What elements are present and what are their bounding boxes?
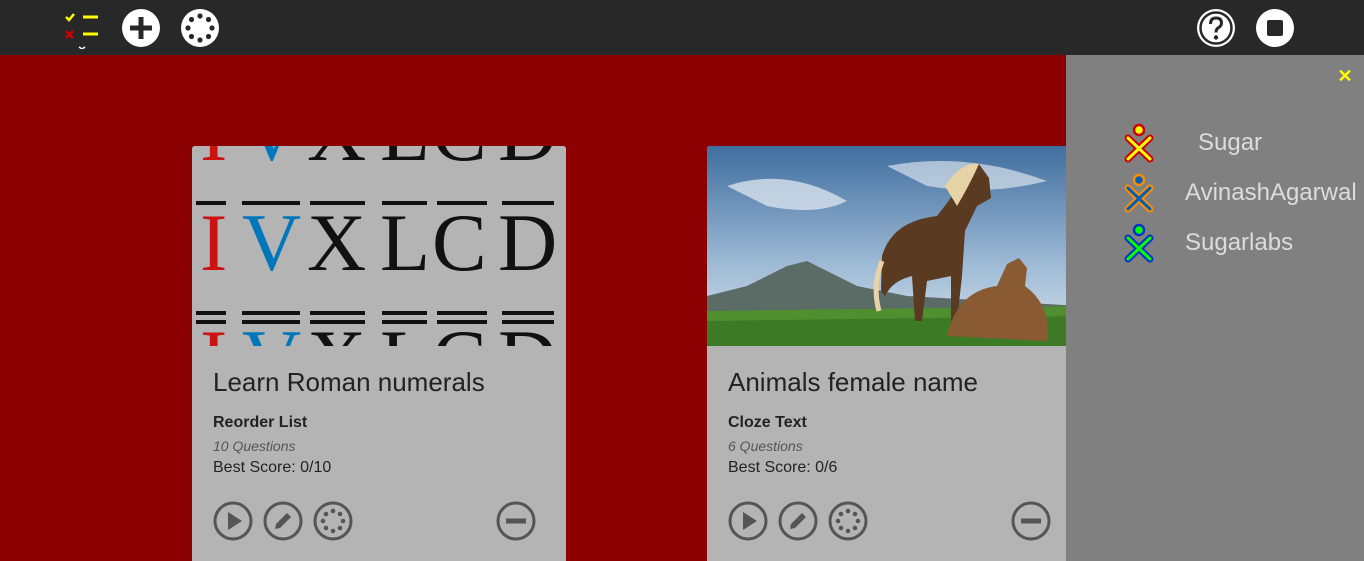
card-title: Animals female name xyxy=(728,367,978,397)
svg-text:L: L xyxy=(380,146,430,178)
svg-text:V: V xyxy=(242,146,301,178)
svg-text:V: V xyxy=(242,197,301,288)
svg-text:V: V xyxy=(242,313,301,346)
svg-text:X: X xyxy=(307,197,366,288)
toolbar xyxy=(0,0,1364,55)
user-name: Sugar xyxy=(1198,129,1263,156)
checklist-icon[interactable] xyxy=(61,7,103,49)
play-button[interactable] xyxy=(213,501,253,541)
activity-card[interactable]: Animals female name Cloze Text 6 Questio… xyxy=(707,146,1066,561)
network-icon[interactable] xyxy=(179,7,221,49)
card-best-score: Best Score: 0/10 xyxy=(213,459,332,476)
network-panel: ✕ Sugar AvinashAgarwal Sugarlabs xyxy=(1066,55,1364,561)
svg-text:D: D xyxy=(498,197,557,288)
card-type: Reorder List xyxy=(213,414,308,431)
svg-text:C: C xyxy=(432,146,487,178)
xo-icon xyxy=(1124,223,1154,263)
card-question-count: 6 Questions xyxy=(728,438,803,454)
svg-text:C: C xyxy=(432,313,487,346)
card-best-score: Best Score: 0/6 xyxy=(728,459,838,476)
user-name: AvinashAgarwal xyxy=(1185,179,1357,206)
share-button[interactable] xyxy=(313,501,353,541)
svg-text:I: I xyxy=(200,146,227,178)
user-item[interactable]: Sugar xyxy=(1124,123,1364,163)
svg-text:C: C xyxy=(432,197,487,288)
close-icon[interactable]: ✕ xyxy=(1336,65,1354,87)
roman-numerals-image: I V X L C D I V X L C D I V X L C xyxy=(192,146,566,346)
svg-text:D: D xyxy=(498,313,557,346)
add-icon[interactable] xyxy=(120,7,162,49)
remove-button[interactable] xyxy=(496,501,536,541)
activity-card[interactable]: I V X L C D I V X L C D I V X L C xyxy=(192,146,566,561)
edit-button[interactable] xyxy=(778,501,818,541)
svg-text:L: L xyxy=(380,313,430,346)
card-title: Learn Roman numerals xyxy=(213,367,485,397)
edit-button[interactable] xyxy=(263,501,303,541)
svg-text:D: D xyxy=(498,146,557,178)
user-item[interactable]: AvinashAgarwal xyxy=(1124,173,1364,213)
activity-list: I V X L C D I V X L C D I V X L C xyxy=(0,55,1066,561)
play-button[interactable] xyxy=(728,501,768,541)
xo-icon xyxy=(1124,173,1154,213)
svg-text:L: L xyxy=(380,197,430,288)
remove-button[interactable] xyxy=(1011,501,1051,541)
svg-text:I: I xyxy=(200,197,227,288)
horses-photo xyxy=(707,146,1066,346)
card-type: Cloze Text xyxy=(728,414,807,431)
share-button[interactable] xyxy=(828,501,868,541)
user-item[interactable]: Sugarlabs xyxy=(1124,223,1364,263)
stop-icon[interactable] xyxy=(1254,7,1296,49)
xo-icon xyxy=(1124,123,1154,163)
card-question-count: 10 Questions xyxy=(213,438,296,454)
svg-text:I: I xyxy=(200,313,227,346)
svg-text:X: X xyxy=(307,313,366,346)
help-icon[interactable] xyxy=(1195,7,1237,49)
svg-text:X: X xyxy=(307,146,366,178)
user-name: Sugarlabs xyxy=(1185,229,1294,256)
